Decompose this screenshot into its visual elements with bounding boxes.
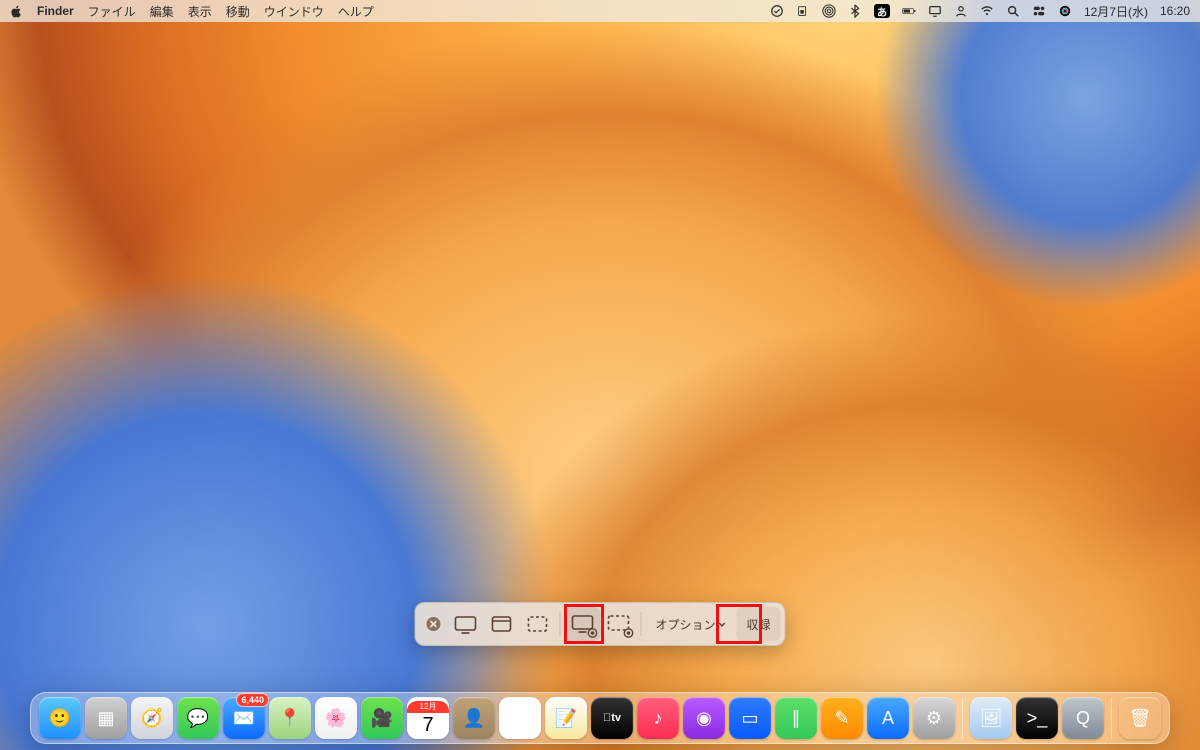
dock-app-finder[interactable]: 🙂 [39, 697, 81, 739]
screen-mirror-icon[interactable] [928, 0, 942, 22]
apple-menu[interactable] [10, 0, 23, 22]
screenshot-toolbar: オプション 収録 [414, 602, 785, 646]
action-label: 収録 [747, 616, 771, 633]
menu-file[interactable]: ファイル [88, 0, 136, 22]
dock-app-podcasts[interactable]: ◉ [683, 697, 725, 739]
capture-entire-screen-button[interactable] [447, 607, 483, 641]
dock-separator [1111, 698, 1112, 738]
record-entire-screen-button[interactable] [564, 607, 600, 641]
task-icon[interactable] [770, 0, 784, 22]
dock-app-appstore[interactable]: A [867, 697, 909, 739]
dock-app-facetime[interactable]: 🎥 [361, 697, 403, 739]
capture-selection-button[interactable] [519, 607, 555, 641]
dock-app-calendar[interactable]: 12月7 [407, 697, 449, 739]
menubar-app-name[interactable]: Finder [37, 0, 74, 22]
dock-app-music[interactable]: ♪ [637, 697, 679, 739]
dock-app-preview[interactable]: 🖼 [970, 697, 1012, 739]
menu-view[interactable]: 表示 [188, 0, 212, 22]
capture-window-button[interactable] [483, 607, 519, 641]
menubar: Finder ファイル 編集 表示 移動 ウインドウ ヘルプ あ 12月7日(水… [0, 0, 1200, 22]
control-center-icon[interactable] [1032, 0, 1046, 22]
screenshot-options-button[interactable]: オプション [645, 607, 736, 641]
screenshot-action-button[interactable]: 収録 [737, 607, 781, 641]
airdrop-icon[interactable] [822, 0, 836, 22]
menu-help[interactable]: ヘルプ [338, 0, 374, 22]
dock-app-pages[interactable]: ✎ [821, 697, 863, 739]
ime-indicator[interactable]: あ [874, 0, 890, 22]
menubar-left: Finder ファイル 編集 表示 移動 ウインドウ ヘルプ [10, 0, 374, 22]
dock-app-numbers[interactable]: ∥ [775, 697, 817, 739]
battery-icon[interactable] [902, 0, 916, 22]
dock-app-tv[interactable]: tv [591, 697, 633, 739]
menu-go[interactable]: 移動 [226, 0, 250, 22]
dock-app-notes[interactable]: 📝 [545, 697, 587, 739]
dock-app-mail[interactable]: ✉️6,440 [223, 697, 265, 739]
dock-separator [962, 698, 963, 738]
spotlight-icon[interactable] [1006, 0, 1020, 22]
bluetooth-icon[interactable] [848, 0, 862, 22]
options-label: オプション [655, 616, 715, 633]
menubar-time[interactable]: 16:20 [1160, 0, 1190, 22]
wifi-icon[interactable] [980, 0, 994, 22]
dock-app-trash[interactable]: 🗑 [1119, 697, 1161, 739]
dock-app-quicktime[interactable]: Q [1062, 697, 1104, 739]
dock-app-contacts[interactable]: 👤 [453, 697, 495, 739]
battery-menu-icon[interactable] [796, 0, 810, 22]
dock-app-system-settings[interactable]: ⚙︎ [913, 697, 955, 739]
menu-edit[interactable]: 編集 [150, 0, 174, 22]
dock-app-keynote[interactable]: ▭ [729, 697, 771, 739]
menubar-status: あ 12月7日(水) 16:20 [770, 0, 1190, 22]
dock: 🙂▦🧭💬✉️6,440📍🌸🎥12月7👤☰📝tv♪◉▭∥✎A⚙︎ 🖼>_Q 🗑 [30, 692, 1170, 744]
dock-app-terminal[interactable]: >_ [1016, 697, 1058, 739]
dock-container: 🙂▦🧭💬✉️6,440📍🌸🎥12月7👤☰📝tv♪◉▭∥✎A⚙︎ 🖼>_Q 🗑 [30, 692, 1170, 744]
screenshot-close-button[interactable] [419, 607, 447, 641]
dock-app-maps[interactable]: 📍 [269, 697, 311, 739]
siri-icon[interactable] [1058, 0, 1072, 22]
dock-app-photos[interactable]: 🌸 [315, 697, 357, 739]
dock-app-safari[interactable]: 🧭 [131, 697, 173, 739]
menubar-date[interactable]: 12月7日(水) [1084, 0, 1148, 22]
chevron-down-icon [718, 620, 727, 629]
menu-window[interactable]: ウインドウ [264, 0, 324, 22]
toolbar-separator [559, 612, 560, 636]
dock-app-reminders[interactable]: ☰ [499, 697, 541, 739]
user-icon[interactable] [954, 0, 968, 22]
dock-badge: 6,440 [236, 693, 269, 707]
record-selection-button[interactable] [600, 607, 636, 641]
dock-app-messages[interactable]: 💬 [177, 697, 219, 739]
dock-app-launchpad[interactable]: ▦ [85, 697, 127, 739]
toolbar-separator [640, 612, 641, 636]
